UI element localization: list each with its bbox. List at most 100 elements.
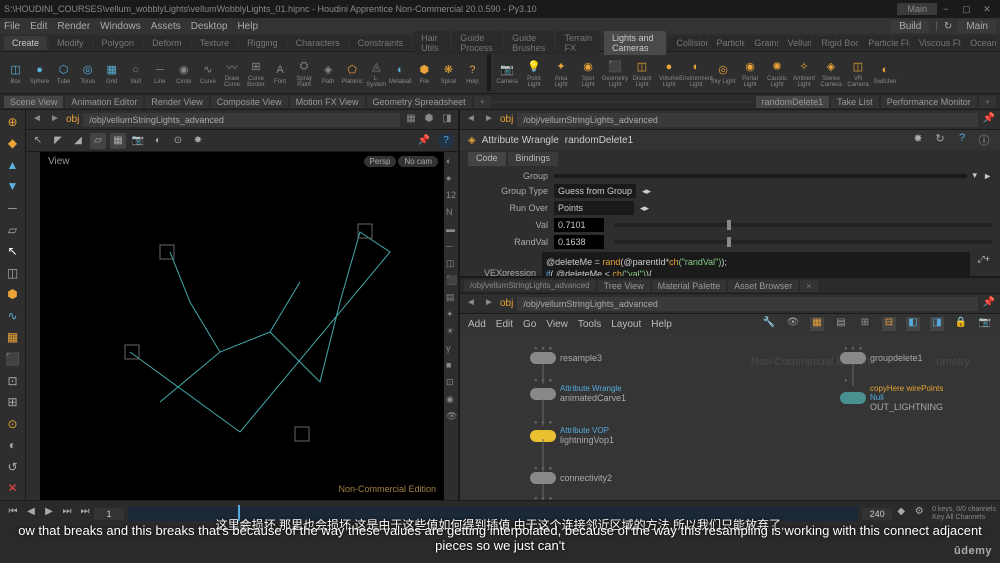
add-tab-icon3[interactable]: × xyxy=(800,280,817,292)
tool-e-icon[interactable]: ⬢ xyxy=(2,285,23,305)
nav-back-icon[interactable]: ◄ xyxy=(30,113,44,127)
update-icon[interactable]: ↻ xyxy=(944,21,952,32)
pe-help-icon[interactable]: ? xyxy=(954,132,970,148)
shelf-tool-null[interactable]: ○Null xyxy=(124,54,147,91)
shelf-tool-distant-light[interactable]: ◫Distant Light xyxy=(629,54,655,91)
tab-compview[interactable]: Composite View xyxy=(211,96,288,108)
parm-tab-code[interactable]: Code xyxy=(468,152,506,166)
shelf-tool-spiral[interactable]: ❋Spiral xyxy=(437,54,460,91)
tool-c-icon[interactable]: ─ xyxy=(2,198,23,218)
vr3-icon[interactable]: 12 xyxy=(446,190,456,204)
net-view[interactable]: View xyxy=(546,319,568,330)
shelf-tool-sphere[interactable]: ●Sphere xyxy=(28,54,51,91)
shelf-tool-path[interactable]: ◈Path xyxy=(317,54,340,91)
shelf-tool-ambient-light[interactable]: ✧Ambient Light xyxy=(791,54,817,91)
node-resample3[interactable]: ● ● ●resample3 xyxy=(530,352,602,364)
pe-gear-icon[interactable]: ✸ xyxy=(910,132,926,148)
vpt-h-icon[interactable]: ◐ xyxy=(150,133,166,149)
pe-back-icon[interactable]: ◄ xyxy=(464,113,478,127)
shelf-tool-spot-light[interactable]: ◉Spot Light xyxy=(575,54,601,91)
net-go[interactable]: Go xyxy=(523,319,536,330)
tab-matpalette[interactable]: Material Palette xyxy=(652,280,727,292)
vr8-icon[interactable]: ⬛ xyxy=(446,275,456,289)
tool-b-icon[interactable]: ▼ xyxy=(2,177,23,197)
tool-d-icon[interactable]: ◫ xyxy=(2,263,23,283)
vpt-flag1-icon[interactable]: ◤ xyxy=(50,133,66,149)
menu-help[interactable]: Help xyxy=(237,21,258,32)
tab-animeditor[interactable]: Animation Editor xyxy=(65,96,143,108)
shelf-tool-tube[interactable]: ⬡Tube xyxy=(52,54,75,91)
tab-perfmon[interactable]: Performance Monitor xyxy=(881,96,977,108)
nt-c1-icon[interactable]: ◧ xyxy=(906,317,920,331)
wrangle-name[interactable]: randomDelete1 xyxy=(565,135,904,146)
shelf-tool-switcher[interactable]: ◐Switcher xyxy=(872,54,898,91)
menu-file[interactable]: File xyxy=(4,21,20,32)
shelf-tool-line[interactable]: ─Line xyxy=(148,54,171,91)
nt-grid3-icon[interactable]: ⊞ xyxy=(858,317,872,331)
node-connectivity[interactable]: ● ● ●connectivity2 xyxy=(530,472,612,484)
nt-cam-icon[interactable]: 📷 xyxy=(978,317,992,331)
pe-pin-icon[interactable]: 📌 xyxy=(982,113,996,127)
vr1-icon[interactable]: ◐ xyxy=(446,156,456,170)
nt-eye-icon[interactable]: 👁 xyxy=(786,317,800,331)
vr5-icon[interactable]: ▬ xyxy=(446,224,456,238)
vpt-help-icon[interactable]: ? xyxy=(438,133,454,149)
net-back-icon[interactable]: ◄ xyxy=(464,297,478,311)
minimize-icon[interactable]: − xyxy=(937,4,955,14)
vr2-icon[interactable]: ● xyxy=(446,173,456,187)
shelf-tool-metaball[interactable]: ◐Metaball xyxy=(389,54,412,91)
shelf-lights[interactable]: Lights and Cameras xyxy=(604,31,666,55)
nav-opt2-icon[interactable]: ⬢ xyxy=(422,113,436,127)
tool-k-icon[interactable]: ⊙ xyxy=(2,414,23,434)
net-help[interactable]: Help xyxy=(651,319,672,330)
parm-group-menu-icon[interactable]: ▾ xyxy=(973,170,978,181)
nt-wrench-icon[interactable]: 🔧 xyxy=(762,317,776,331)
tab-sceneview[interactable]: Scene View xyxy=(4,96,63,108)
close-icon[interactable]: ✕ xyxy=(978,4,996,15)
nav-opt1-icon[interactable]: ▦ xyxy=(404,113,418,127)
shelf-create[interactable]: Create xyxy=(4,36,47,50)
shelf-tool-sky-light[interactable]: ◎Sky Light xyxy=(710,54,736,91)
tab-parm-node[interactable]: randomDelete1 xyxy=(756,96,830,108)
viewport-canvas[interactable]: View Persp No cam xyxy=(40,152,444,500)
tool-move-icon[interactable]: ⊕ xyxy=(2,112,23,132)
shelf-tool-area-light[interactable]: ✦Area Light xyxy=(548,54,574,91)
parm-runover-menu-icon[interactable]: ◂▸ xyxy=(640,203,649,214)
vr15-icon[interactable]: ◉ xyxy=(446,394,456,408)
parm-runover-input[interactable]: Points xyxy=(554,201,634,215)
shelf-characters[interactable]: Characters xyxy=(288,36,348,50)
parm-rand-slider[interactable] xyxy=(614,240,992,244)
nt-grid1-icon[interactable]: ▦ xyxy=(810,317,824,331)
tool-i-icon[interactable]: ⊡ xyxy=(2,371,23,391)
vr4-icon[interactable]: N xyxy=(446,207,456,221)
shelf-tool-environment-light[interactable]: ◐Environment Light xyxy=(683,54,709,91)
nav-opt3-icon[interactable]: ◨ xyxy=(440,113,454,127)
shelf-tool-camera[interactable]: 📷Camera xyxy=(494,54,520,91)
menu-edit[interactable]: Edit xyxy=(30,21,47,32)
shelf-constraints[interactable]: Constraints xyxy=(350,36,412,50)
shelf-r4[interactable]: Vellum xyxy=(780,36,812,50)
nt-grid2-icon[interactable]: ▤ xyxy=(834,317,848,331)
vr9-icon[interactable]: ▤ xyxy=(446,292,456,306)
vex-expand-icon[interactable]: ⤢+ xyxy=(976,252,992,267)
shelf-tool-file[interactable]: ⬢File xyxy=(413,54,436,91)
tab-treeview[interactable]: Tree View xyxy=(598,280,650,292)
shelf-tool-grid[interactable]: ▦Grid xyxy=(100,54,123,91)
shelf-r6[interactable]: Particle Fluids xyxy=(860,36,909,50)
network-canvas[interactable]: Non-Commercial Edition ometry ● ● ●resam… xyxy=(460,334,1000,500)
vr6-icon[interactable]: ─ xyxy=(446,241,456,255)
node-animatedcarve[interactable]: ● ● ●Attribute WrangleanimatedCarve1 xyxy=(530,384,626,403)
vpt-cursor-icon[interactable]: ↖ xyxy=(30,133,46,149)
add-tab-icon[interactable]: + xyxy=(474,96,491,108)
vpt-cam-icon[interactable]: 📷 xyxy=(130,133,146,149)
tool-g-icon[interactable]: ▦ xyxy=(2,328,23,348)
shelf-r3[interactable]: Grains xyxy=(746,36,777,50)
viewport-path[interactable]: /obj/vellumStringLights_advanced xyxy=(83,113,400,127)
menu-render[interactable]: Render xyxy=(57,21,90,32)
pe-path[interactable]: /obj/vellumStringLights_advanced xyxy=(517,113,978,127)
shelf-r7[interactable]: Viscous Fluids xyxy=(911,36,960,50)
node-outlightning[interactable]: ●copyHere wirePointsNullOUT_LIGHTNING xyxy=(840,384,943,412)
vr7-icon[interactable]: ◫ xyxy=(446,258,456,272)
parm-group-input[interactable] xyxy=(554,174,967,178)
shelf-gbrush[interactable]: Guide Brushes xyxy=(504,31,554,55)
